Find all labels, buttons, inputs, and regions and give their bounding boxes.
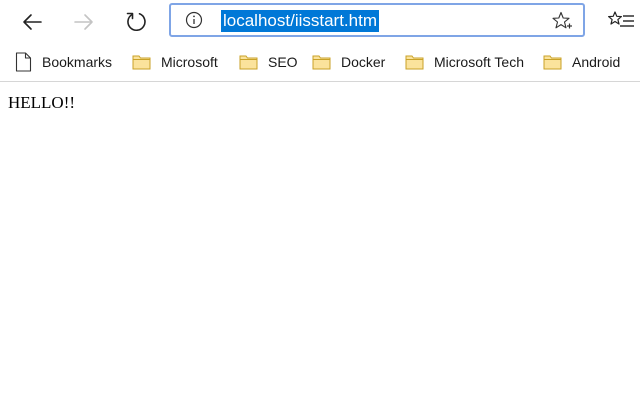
url-text[interactable]: localhost/iisstart.htm: [221, 10, 379, 32]
bookmark-label: Docker: [341, 54, 386, 70]
refresh-icon: [126, 12, 146, 32]
bookmark-label: SEO: [268, 54, 298, 70]
refresh-button[interactable]: [118, 4, 154, 40]
bookmark-folder-microsoft[interactable]: Microsoft: [132, 50, 218, 74]
bookmark-label: Microsoft Tech: [434, 54, 524, 70]
bookmark-folder-android[interactable]: Android: [543, 50, 620, 74]
forward-arrow-icon: [74, 14, 93, 30]
bookmark-folder-docker[interactable]: Docker: [312, 50, 385, 74]
page-icon: [15, 52, 32, 72]
folder-icon: [543, 55, 562, 70]
browser-toolbar: localhost/iisstart.htm: [0, 0, 640, 44]
address-bar[interactable]: localhost/iisstart.htm: [169, 3, 585, 37]
bookmarks-bar: Bookmarks Microsoft SEO Docker Microsoft…: [0, 44, 640, 82]
folder-icon: [132, 55, 151, 70]
info-icon[interactable]: [185, 11, 203, 29]
bookmark-label: Android: [572, 54, 621, 70]
bookmark-folder-seo[interactable]: SEO: [239, 50, 298, 74]
bookmark-label: Microsoft: [161, 54, 218, 70]
back-button[interactable]: [14, 4, 50, 40]
page-content: HELLO!!: [0, 82, 640, 410]
forward-button[interactable]: [66, 4, 102, 40]
page-heading-text: HELLO!!: [8, 93, 76, 112]
back-arrow-icon: [23, 14, 42, 30]
bookmark-folder-microsoft-tech[interactable]: Microsoft Tech: [405, 50, 524, 74]
star-icon[interactable]: [551, 10, 573, 32]
bookmark-label: Bookmarks: [42, 54, 113, 70]
folder-icon: [405, 55, 424, 70]
folder-icon: [312, 55, 331, 70]
favorites-list-icon[interactable]: [608, 10, 634, 34]
folder-icon: [239, 55, 258, 70]
bookmark-item-bookmarks[interactable]: Bookmarks: [15, 50, 112, 74]
